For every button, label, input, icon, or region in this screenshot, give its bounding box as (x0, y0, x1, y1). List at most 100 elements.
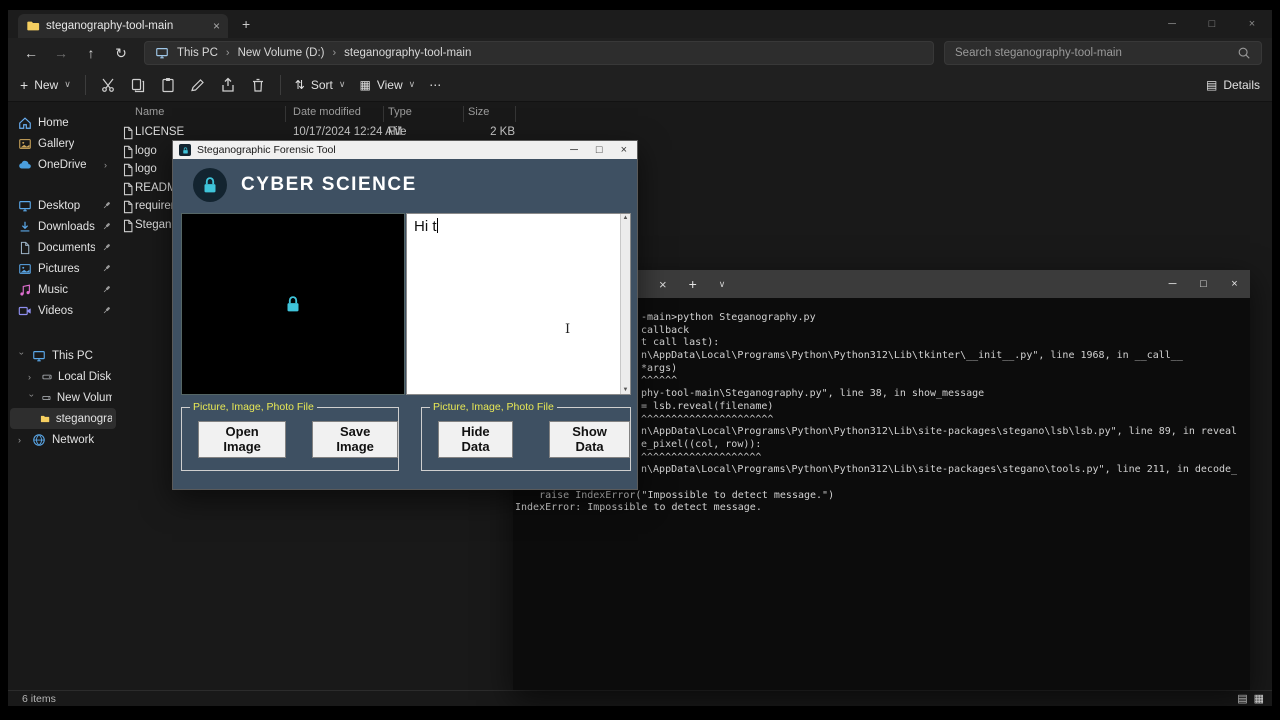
chevron-down-icon[interactable]: › (17, 352, 27, 360)
drive-icon (42, 391, 51, 405)
file-icon (121, 145, 135, 159)
share-icon[interactable] (220, 77, 236, 93)
maximize-button[interactable]: □ (596, 141, 603, 159)
sidebar-section-gap (8, 175, 118, 195)
minimize-button[interactable]: ─ (570, 141, 578, 159)
minimize-button[interactable]: ─ (1152, 10, 1192, 38)
view-grid-icon: ▦ (359, 77, 371, 92)
group-label: Picture, Image, Photo File (190, 401, 317, 413)
view-large-toggle-icon[interactable]: ▦ (1254, 692, 1264, 705)
sidebar-item-network[interactable]: › Network (10, 429, 116, 450)
column-header-type[interactable]: Type (388, 106, 412, 118)
maximize-button[interactable]: □ (1192, 10, 1232, 38)
copy-icon[interactable] (130, 77, 146, 93)
image-preview-canvas[interactable] (181, 213, 405, 395)
tab-close-icon[interactable]: × (213, 19, 220, 33)
forward-button[interactable]: → (48, 45, 74, 61)
text-scrollbar[interactable]: ▲ ▼ (620, 214, 630, 394)
new-tab-button[interactable]: + (242, 16, 250, 32)
minimize-button[interactable]: ─ (1157, 270, 1188, 298)
up-button[interactable]: ↑ (78, 45, 104, 61)
view-button[interactable]: ▦ View ∨ (359, 78, 415, 92)
cut-icon[interactable] (100, 77, 116, 93)
sidebar-item-label: Pictures (38, 262, 80, 275)
sidebar-item-downloads[interactable]: Downloads (10, 216, 116, 237)
sort-button[interactable]: ⇅ Sort ∨ (295, 78, 346, 92)
breadcrumb-new-volume[interactable]: New Volume (D:) (238, 47, 325, 59)
chevron-down-icon[interactable]: ∨ (719, 279, 726, 290)
save-image-button[interactable]: Save Image (312, 420, 398, 458)
breadcrumb-current-folder[interactable]: steganography-tool-main (344, 47, 471, 59)
chevron-right-icon[interactable]: › (104, 160, 112, 170)
sidebar-item-label: Documents (37, 241, 95, 254)
column-divider[interactable] (515, 106, 516, 122)
sidebar-item-pictures[interactable]: Pictures (10, 258, 116, 279)
file-type: File (388, 126, 407, 138)
hide-data-button[interactable]: Hide Data (438, 420, 514, 458)
close-button[interactable]: × (1219, 270, 1250, 298)
gallery-icon (18, 137, 32, 151)
sidebar-item-onedrive[interactable]: OneDrive › (10, 154, 116, 175)
explorer-tab-bar: steganography-tool-main × + ─ □ × (8, 10, 1272, 38)
view-list-toggle-icon[interactable]: ▤ (1237, 692, 1247, 705)
scroll-down-icon[interactable]: ▼ (623, 387, 629, 393)
sidebar-item-desktop[interactable]: Desktop (10, 195, 116, 216)
column-header-name[interactable]: Name (135, 106, 164, 118)
breadcrumb-this-pc[interactable]: This PC (177, 47, 218, 59)
column-header-size[interactable]: Size (468, 106, 489, 118)
chevron-down-icon[interactable]: › (27, 394, 37, 402)
sidebar-item-this-pc[interactable]: › This PC (10, 345, 116, 366)
network-globe-icon (32, 433, 46, 447)
more-options-button[interactable]: ⋯ (429, 78, 441, 92)
refresh-button[interactable]: ↻ (108, 45, 134, 62)
sidebar-item-music[interactable]: Music (10, 279, 116, 300)
sidebar-item-label: This PC (52, 349, 93, 362)
cyber-science-logo (193, 168, 227, 202)
details-button-label: Details (1223, 77, 1260, 92)
drive-icon (42, 370, 52, 384)
sidebar-item-label: Home (38, 116, 69, 129)
breadcrumb[interactable]: This PC › New Volume (D:) › steganograph… (144, 41, 934, 65)
file-icon (121, 200, 135, 214)
rename-icon[interactable] (190, 77, 206, 93)
sidebar-item-steganography-folder[interactable]: steganography- (10, 408, 116, 429)
sidebar-item-videos[interactable]: Videos (10, 300, 116, 321)
back-button[interactable]: ← (18, 45, 44, 61)
details-button[interactable]: ▤ Details (1206, 78, 1260, 92)
close-button[interactable]: × (621, 141, 627, 159)
sidebar-item-gallery[interactable]: Gallery (10, 133, 116, 154)
text-caret (436, 218, 438, 233)
open-image-button[interactable]: Open Image (198, 420, 287, 458)
dialog-title-bar[interactable]: Steganographic Forensic Tool ─ □ × (173, 141, 637, 159)
scroll-up-icon[interactable]: ▲ (623, 215, 629, 221)
paste-icon[interactable] (160, 77, 176, 93)
divider (84, 74, 86, 95)
new-button[interactable]: + New ∨ (20, 77, 71, 93)
delete-icon[interactable] (250, 77, 266, 93)
explorer-tab[interactable]: steganography-tool-main × (18, 14, 228, 38)
group-label: Picture, Image, Photo File (430, 401, 557, 413)
show-data-button[interactable]: Show Data (549, 420, 630, 458)
sidebar-item-home[interactable]: Home (10, 112, 116, 133)
search-input[interactable]: Search steganography-tool-main (944, 41, 1262, 65)
new-tab-button[interactable]: + (689, 276, 697, 292)
pin-icon (101, 242, 112, 253)
column-header-date-modified[interactable]: Date modified (293, 106, 361, 118)
maximize-button[interactable]: □ (1188, 270, 1219, 298)
close-button[interactable]: × (1232, 10, 1272, 38)
sidebar-item-label: Desktop (38, 199, 81, 212)
message-text-area[interactable]: Hi t ▲ ▼ I (406, 213, 631, 395)
sidebar-item-local-disk-c[interactable]: › Local Disk (C:) (10, 366, 116, 387)
pin-icon (101, 284, 112, 295)
plus-icon: + (20, 76, 29, 93)
column-divider[interactable] (463, 106, 464, 122)
column-divider[interactable] (285, 106, 286, 122)
file-icon (121, 163, 135, 177)
chevron-right-icon[interactable]: › (28, 372, 36, 382)
explorer-tab-title: steganography-tool-main (46, 20, 174, 32)
sidebar-item-documents[interactable]: Documents (10, 237, 116, 258)
chevron-right-icon[interactable]: › (18, 435, 26, 445)
tab-close-icon[interactable]: × (659, 277, 667, 292)
column-divider[interactable] (383, 106, 384, 122)
sidebar-item-new-volume-d[interactable]: › New Volume (D:) (10, 387, 116, 408)
